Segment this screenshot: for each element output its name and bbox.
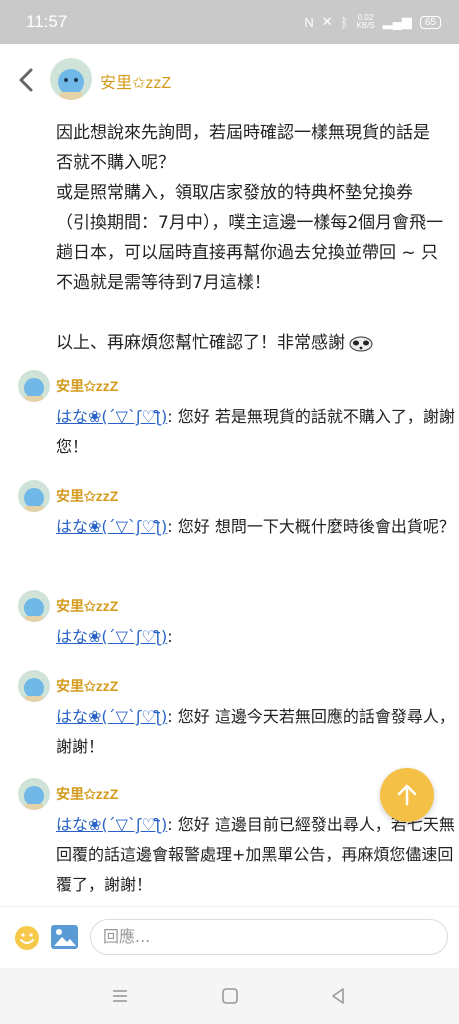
nfc-icon: N bbox=[304, 14, 314, 30]
comment-text: はな❀(´▽`ʃ♡ƪ): bbox=[56, 622, 456, 652]
message-paragraph: 因此想說來先詢問，若屆時確認一樣無現貨的話是否就不購入呢？ bbox=[56, 123, 430, 173]
avatar[interactable] bbox=[18, 370, 50, 402]
comment-author[interactable]: 安里✩zzZ bbox=[56, 486, 118, 506]
comment-body: : 您好 想問一下大概什麼時後會出貨呢？ bbox=[167, 517, 455, 536]
status-icons: N ✕ ᛒ 0.02 KB/S ▂▄▆ 65 bbox=[304, 14, 441, 30]
signal-icon: ▂▄▆ bbox=[382, 14, 412, 29]
comment-text: はな❀(´▽`ʃ♡ƪ): 您好 想問一下大概什麼時後會出貨呢？ bbox=[56, 512, 456, 542]
status-time: 11:57 bbox=[26, 12, 68, 31]
net-speed-unit: KB/S bbox=[356, 21, 375, 30]
comment-item: 安里✩zzZ はな❀(´▽`ʃ♡ƪ): bbox=[18, 590, 448, 660]
chevron-left-icon[interactable] bbox=[14, 62, 38, 98]
comment-text: はな❀(´▽`ʃ♡ƪ): 您好 若是無現貨的話就不購入了，謝謝您！ bbox=[56, 402, 456, 462]
mention-link[interactable]: はな❀(´▽`ʃ♡ƪ) bbox=[56, 815, 167, 834]
comment-item: 安里✩zzZ はな❀(´▽`ʃ♡ƪ): 您好 想問一下大概什麼時後會出貨呢？ bbox=[18, 480, 455, 580]
page-title[interactable]: 安里✩zzZ bbox=[100, 69, 171, 93]
mention-link[interactable]: はな❀(´▽`ʃ♡ƪ) bbox=[56, 707, 167, 726]
menu-icon[interactable] bbox=[110, 986, 130, 1006]
message-paragraph: 或是照常購入，領取店家發放的特典杯墊兌換券（引換期間：7月中），噗主這邊一樣每2… bbox=[56, 183, 444, 293]
system-nav-bar bbox=[0, 968, 459, 1024]
mute-icon: ✕ bbox=[321, 14, 333, 29]
arrow-up-icon bbox=[397, 784, 417, 806]
image-icon[interactable] bbox=[51, 925, 78, 949]
panda-emoji-icon bbox=[349, 336, 373, 352]
comment-author[interactable]: 安里✩zzZ bbox=[56, 784, 118, 804]
header: 安里✩zzZ bbox=[0, 52, 459, 108]
message-closing: 以上、再麻煩您幫忙確認了！非常感謝 bbox=[56, 328, 446, 358]
comment-author[interactable]: 安里✩zzZ bbox=[56, 376, 118, 396]
avatar[interactable] bbox=[50, 58, 92, 100]
comment-text: はな❀(´▽`ʃ♡ƪ): 您好 這邊目前已經發出尋人，若七天無回覆的話這邊會報警… bbox=[56, 810, 456, 900]
closing-text: 以上、再麻煩您幫忙確認了！非常感謝 bbox=[56, 333, 345, 353]
post-content: 因此想說來先詢問，若屆時確認一樣無現貨的話是否就不購入呢？ 或是照常購入，領取店… bbox=[56, 118, 446, 358]
status-bar: 11:57 N ✕ ᛒ 0.02 KB/S ▂▄▆ 65 bbox=[0, 0, 459, 44]
mention-link[interactable]: はな❀(´▽`ʃ♡ƪ) bbox=[56, 517, 167, 536]
comment-item: 安里✩zzZ はな❀(´▽`ʃ♡ƪ): 您好 若是無現貨的話就不購入了，謝謝您！ bbox=[18, 370, 455, 470]
avatar[interactable] bbox=[18, 778, 50, 810]
triangle-back-icon[interactable] bbox=[328, 986, 348, 1006]
comment-body: : bbox=[167, 627, 173, 646]
reply-bar: 回應... bbox=[0, 906, 459, 969]
square-home-icon[interactable] bbox=[220, 986, 240, 1006]
mention-link[interactable]: はな❀(´▽`ʃ♡ƪ) bbox=[56, 627, 167, 646]
net-speed: 0.02 KB/S bbox=[356, 14, 374, 30]
comment-item: 安里✩zzZ はな❀(´▽`ʃ♡ƪ): 您好 這邊今天若無回應的話會發尋人，謝謝… bbox=[18, 670, 455, 770]
avatar[interactable] bbox=[18, 480, 50, 512]
bluetooth-icon: ᛒ bbox=[340, 14, 349, 30]
avatar[interactable] bbox=[18, 590, 50, 622]
comment-author[interactable]: 安里✩zzZ bbox=[56, 596, 118, 616]
comment-text: はな❀(´▽`ʃ♡ƪ): 您好 這邊今天若無回應的話會發尋人，謝謝！ bbox=[56, 702, 456, 762]
scroll-top-button[interactable] bbox=[380, 768, 434, 822]
avatar[interactable] bbox=[18, 670, 50, 702]
comment-author[interactable]: 安里✩zzZ bbox=[56, 676, 118, 696]
mention-link[interactable]: はな❀(´▽`ʃ♡ƪ) bbox=[56, 407, 167, 426]
smiley-icon[interactable] bbox=[14, 925, 40, 951]
battery-indicator: 65 bbox=[419, 15, 441, 29]
reply-input[interactable]: 回應... bbox=[90, 919, 448, 955]
